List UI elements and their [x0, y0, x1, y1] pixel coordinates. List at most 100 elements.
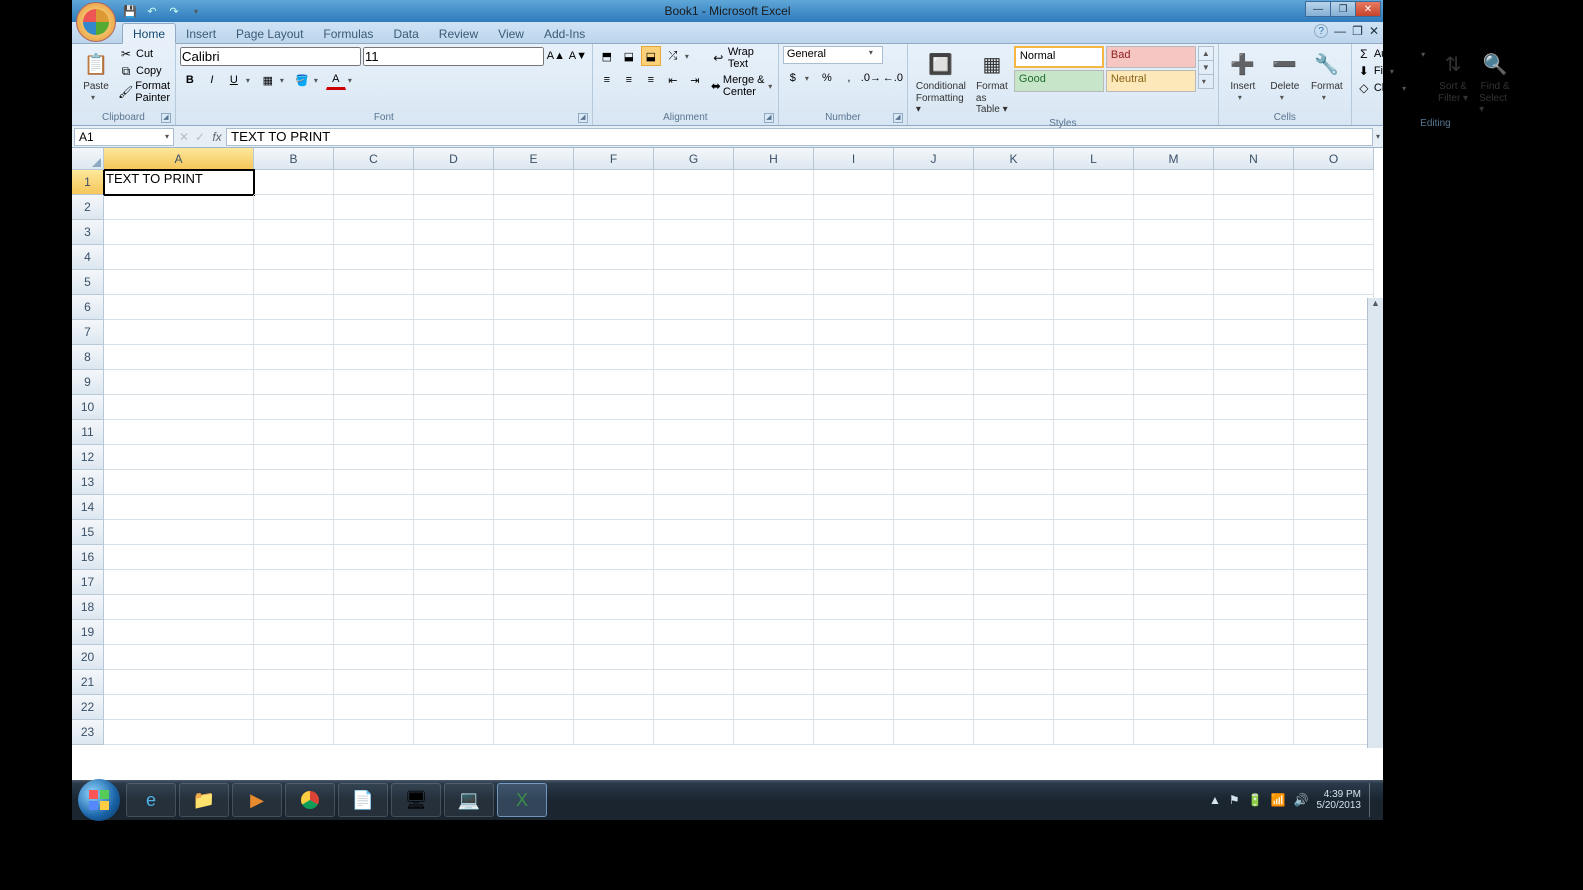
cell[interactable]	[974, 220, 1054, 245]
cell[interactable]	[894, 495, 974, 520]
cell[interactable]	[1134, 570, 1214, 595]
cell[interactable]	[974, 495, 1054, 520]
cell[interactable]	[894, 370, 974, 395]
column-header[interactable]: D	[414, 148, 494, 170]
cell[interactable]	[974, 395, 1054, 420]
cell[interactable]	[414, 220, 494, 245]
cell[interactable]	[734, 295, 814, 320]
row-header[interactable]: 5	[72, 270, 104, 295]
cell[interactable]	[254, 270, 334, 295]
cell[interactable]	[1054, 695, 1134, 720]
doc-close-icon[interactable]: ✕	[1369, 24, 1379, 38]
cell[interactable]	[334, 270, 414, 295]
row-header[interactable]: 2	[72, 195, 104, 220]
cell-style-good[interactable]: Good	[1014, 70, 1104, 92]
cell[interactable]	[734, 220, 814, 245]
cell[interactable]	[814, 720, 894, 745]
cell[interactable]	[1294, 320, 1374, 345]
cell[interactable]	[974, 245, 1054, 270]
undo-icon[interactable]: ↶	[144, 3, 160, 19]
cut-button[interactable]: ✂Cut	[118, 46, 171, 62]
cell[interactable]	[1214, 620, 1294, 645]
cell[interactable]	[734, 170, 814, 195]
cell[interactable]	[814, 170, 894, 195]
cell[interactable]	[494, 520, 574, 545]
cell[interactable]	[254, 695, 334, 720]
cell[interactable]	[974, 470, 1054, 495]
cell[interactable]	[1214, 370, 1294, 395]
cell[interactable]	[574, 620, 654, 645]
cell[interactable]	[254, 495, 334, 520]
cell[interactable]	[494, 720, 574, 745]
cell[interactable]	[1054, 420, 1134, 445]
taskbar-explorer-icon[interactable]: 📁	[179, 783, 229, 817]
tab-addins[interactable]: Add-Ins	[534, 24, 595, 43]
cell[interactable]	[574, 295, 654, 320]
cell[interactable]	[1214, 545, 1294, 570]
cell[interactable]	[814, 445, 894, 470]
cell[interactable]	[974, 420, 1054, 445]
name-box-dropdown-icon[interactable]: ▾	[165, 132, 169, 141]
cell[interactable]	[1134, 670, 1214, 695]
cell[interactable]	[254, 220, 334, 245]
sort-filter-button[interactable]: ⇅Sort &Filter ▾	[1433, 46, 1473, 106]
cell[interactable]	[654, 320, 734, 345]
cell[interactable]	[1134, 645, 1214, 670]
cell[interactable]	[1214, 520, 1294, 545]
row-header[interactable]: 7	[72, 320, 104, 345]
cell[interactable]	[1214, 695, 1294, 720]
cell[interactable]	[574, 270, 654, 295]
column-header[interactable]: E	[494, 148, 574, 170]
cell[interactable]	[1214, 245, 1294, 270]
cell[interactable]	[1134, 245, 1214, 270]
taskbar-ie-icon[interactable]: e	[126, 783, 176, 817]
cell[interactable]	[414, 620, 494, 645]
row-header[interactable]: 17	[72, 570, 104, 595]
paste-button[interactable]: 📋 Paste ▾	[76, 46, 116, 104]
cell[interactable]	[104, 395, 254, 420]
cell[interactable]	[814, 670, 894, 695]
cell[interactable]	[1294, 245, 1374, 270]
cell[interactable]	[1214, 470, 1294, 495]
cell[interactable]	[734, 595, 814, 620]
cell[interactable]	[734, 270, 814, 295]
cell[interactable]	[734, 445, 814, 470]
font-color-button[interactable]: A	[326, 70, 346, 90]
cell[interactable]	[1054, 320, 1134, 345]
cell[interactable]	[734, 245, 814, 270]
cell[interactable]	[494, 695, 574, 720]
cell[interactable]	[254, 320, 334, 345]
cell[interactable]	[254, 445, 334, 470]
taskbar-app5-icon[interactable]: 🖥	[391, 783, 441, 817]
cell[interactable]	[974, 320, 1054, 345]
copy-button[interactable]: ⧉Copy	[118, 63, 171, 79]
cell[interactable]	[734, 695, 814, 720]
cell[interactable]: TEXT TO PRINT	[104, 170, 254, 195]
cell[interactable]	[1054, 470, 1134, 495]
cell[interactable]	[1134, 470, 1214, 495]
cell-style-bad[interactable]: Bad	[1106, 46, 1196, 68]
cell[interactable]	[1294, 495, 1374, 520]
align-right-icon[interactable]: ≡	[641, 70, 661, 90]
row-header[interactable]: 6	[72, 295, 104, 320]
cell[interactable]	[574, 420, 654, 445]
cell[interactable]	[734, 195, 814, 220]
cell[interactable]	[734, 495, 814, 520]
cell[interactable]	[974, 620, 1054, 645]
cell[interactable]	[894, 195, 974, 220]
cell[interactable]	[1214, 345, 1294, 370]
cell[interactable]	[254, 420, 334, 445]
cell[interactable]	[414, 670, 494, 695]
cell[interactable]	[574, 395, 654, 420]
cell[interactable]	[104, 520, 254, 545]
cell[interactable]	[814, 545, 894, 570]
align-left-icon[interactable]: ≡	[597, 70, 617, 90]
cell[interactable]	[104, 220, 254, 245]
cell[interactable]	[574, 645, 654, 670]
cell[interactable]	[494, 195, 574, 220]
cell[interactable]	[104, 345, 254, 370]
cell[interactable]	[814, 520, 894, 545]
find-select-button[interactable]: 🔍Find &Select ▾	[1475, 46, 1515, 117]
name-box[interactable]: A1 ▾	[74, 128, 174, 146]
underline-button[interactable]: U	[224, 70, 244, 90]
